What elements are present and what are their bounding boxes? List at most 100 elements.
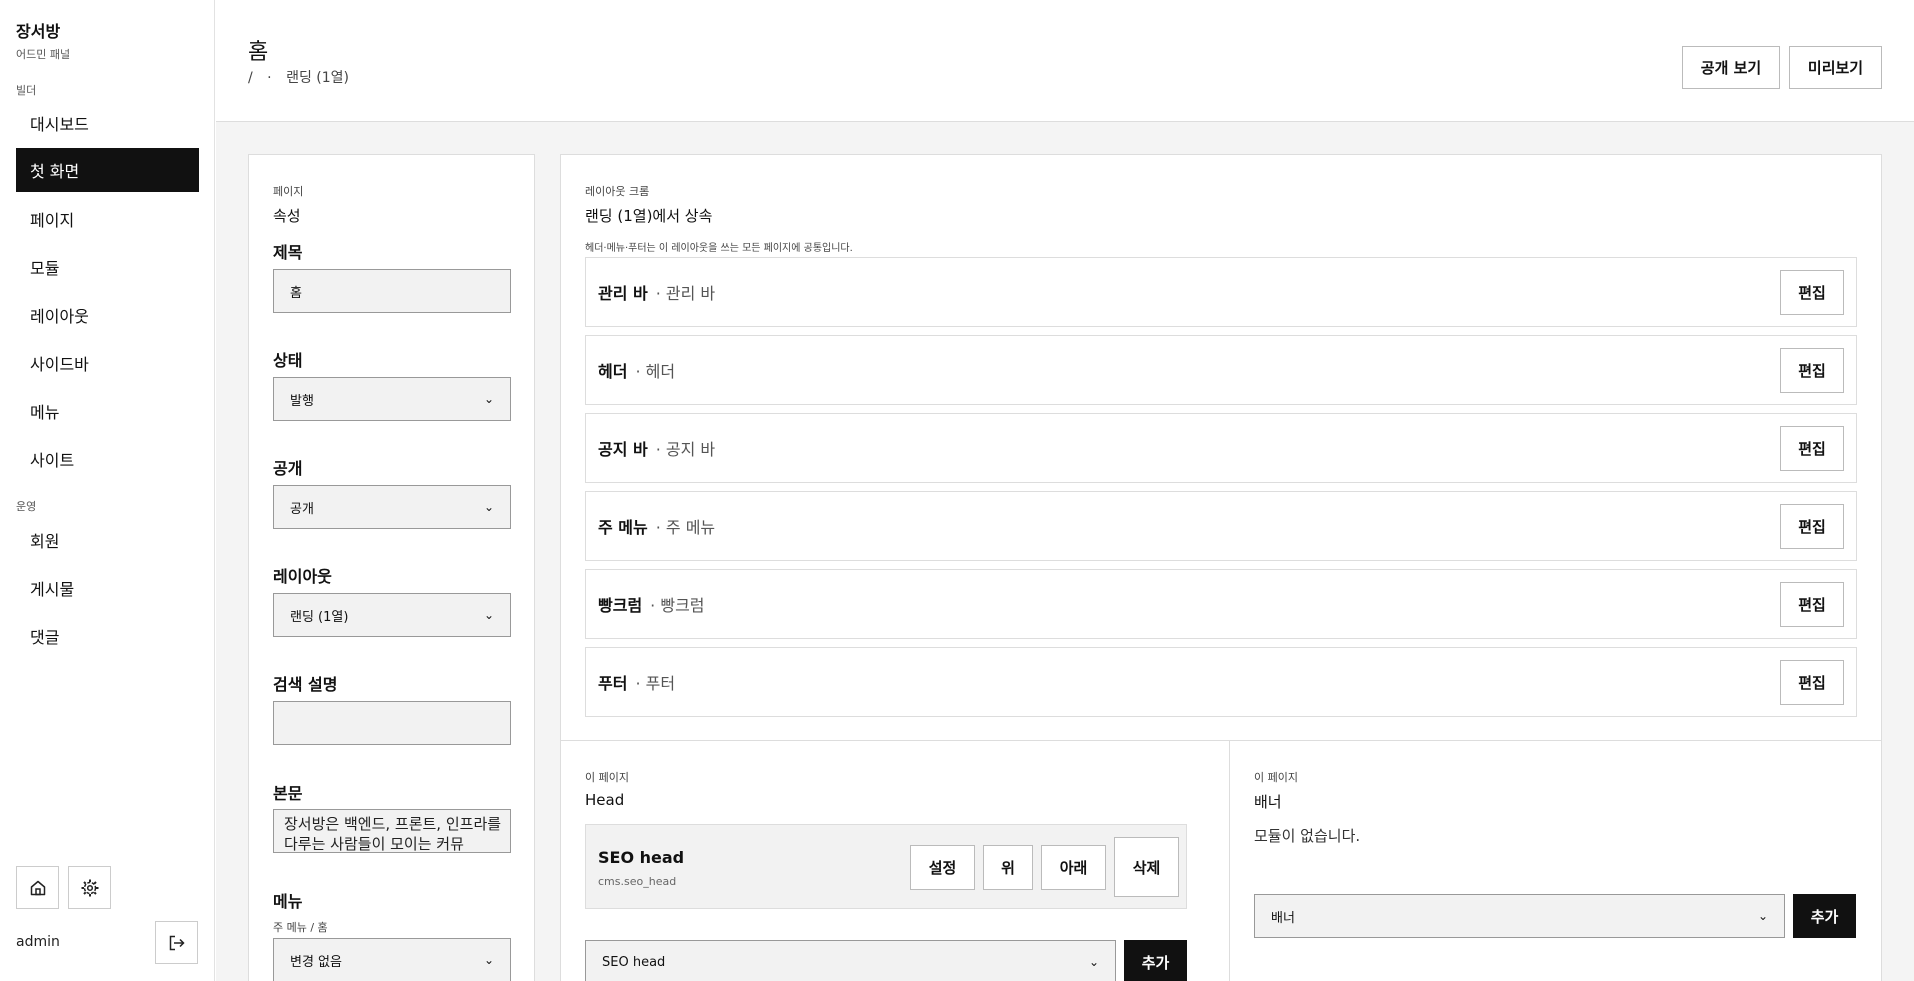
status-value: 발행 <box>290 393 314 409</box>
sidebar-item-pages[interactable]: 페이지 <box>16 197 199 241</box>
logout-icon <box>169 935 185 950</box>
breadcrumb-separator: · <box>267 70 272 86</box>
menu-select[interactable]: 변경 없음 ⌄ <box>273 938 511 981</box>
chevron-down-icon: ⌄ <box>483 392 494 406</box>
sidebar-item-sidebars[interactable]: 사이드바 <box>16 341 199 385</box>
sidebar-item-menus[interactable]: 메뉴 <box>16 389 199 433</box>
edit-button[interactable]: 편집 <box>1780 660 1844 705</box>
module-up-button[interactable]: 위 <box>983 845 1033 890</box>
row-name: 헤더 <box>598 362 628 381</box>
chrome-note: 헤더·메뉴·푸터는 이 레이아웃을 쓰는 모든 페이지에 공통입니다. <box>585 243 853 254</box>
chrome-row-notice-bar: 공지 바 · 공지 바 편집 <box>585 413 1857 483</box>
brand-subtitle: 어드민 패널 <box>16 48 71 61</box>
module-settings-button[interactable]: 설정 <box>910 845 975 890</box>
props-heading: 속성 <box>273 207 301 225</box>
page-properties-panel: 페이지 속성 제목 홈 상태 발행 ⌄ 공개 공개 ⌄ 레이아웃 랜딩 (1열) ⌄ … <box>248 154 535 981</box>
visibility-label: 공개 <box>273 459 303 478</box>
row-sub: · 관리 바 <box>655 284 716 303</box>
breadcrumb: / · 랜딩 (1열) <box>248 67 349 87</box>
sidebar-item-front-page[interactable]: 첫 화면 <box>16 148 199 192</box>
breadcrumb-root[interactable]: / <box>248 70 253 86</box>
row-sub: · 헤더 <box>635 362 676 381</box>
chrome-row-header: 헤더 · 헤더 편집 <box>585 335 1857 405</box>
banner-heading: 배너 <box>1254 793 1282 811</box>
page-title: 홈 <box>248 40 269 65</box>
row-name: 빵크럼 <box>598 596 643 615</box>
banner-module-select[interactable]: 배너 ⌄ <box>1254 894 1785 938</box>
seo-description-label: 검색 설명 <box>273 675 338 694</box>
preview-button[interactable]: 미리보기 <box>1789 46 1882 89</box>
gear-icon <box>81 879 98 896</box>
logout-button[interactable] <box>155 921 198 964</box>
sidebar-item-modules[interactable]: 모듈 <box>16 245 199 289</box>
layout-select[interactable]: 랜딩 (1열) ⌄ <box>273 593 511 637</box>
edit-button[interactable]: 편집 <box>1780 426 1844 471</box>
chevron-down-icon: ⌄ <box>483 500 494 514</box>
row-name: 푸터 <box>598 674 628 693</box>
banner-eyebrow: 이 페이지 <box>1254 771 1298 784</box>
title-field[interactable]: 홈 <box>273 269 511 313</box>
sidebar-item-site[interactable]: 사이트 <box>16 437 199 481</box>
chrome-row-breadcrumb: 빵크럼 · 빵크럼 편집 <box>585 569 1857 639</box>
sidebar-item-members[interactable]: 회원 <box>16 518 199 562</box>
chevron-down-icon: ⌄ <box>1088 955 1099 969</box>
title-label: 제목 <box>273 243 303 262</box>
chrome-eyebrow: 레이아웃 크롬 <box>585 185 650 198</box>
banner-module-select-value: 배너 <box>1271 910 1295 926</box>
sidebar-item-dashboard[interactable]: 대시보드 <box>16 101 199 145</box>
nav-section-ops: 운영 <box>16 500 37 513</box>
edit-button[interactable]: 편집 <box>1780 582 1844 627</box>
sidebar-item-comments[interactable]: 댓글 <box>16 614 199 658</box>
home-button[interactable] <box>16 866 59 909</box>
head-eyebrow: 이 페이지 <box>585 771 629 784</box>
chrome-row-footer: 푸터 · 푸터 편집 <box>585 647 1857 717</box>
chevron-down-icon: ⌄ <box>483 608 494 622</box>
module-item: SEO head cms.seo_head 설정 위 아래 삭제 <box>585 824 1187 909</box>
status-select[interactable]: 발행 ⌄ <box>273 377 511 421</box>
visibility-select[interactable]: 공개 ⌄ <box>273 485 511 529</box>
chrome-heading: 랜딩 (1열)에서 상속 <box>585 207 713 225</box>
seo-description-field[interactable] <box>273 701 511 745</box>
body-value: 장서방은 백엔드, 프론트, 인프라를 다루는 사람들이 모이는 커뮤 <box>284 815 502 853</box>
chevron-down-icon: ⌄ <box>483 953 494 967</box>
body-textarea[interactable]: 장서방은 백엔드, 프론트, 인프라를 다루는 사람들이 모이는 커뮤 <box>273 809 511 853</box>
brand-name: 장서방 <box>16 22 61 41</box>
chrome-row-main-menu: 주 메뉴 · 주 메뉴 편집 <box>585 491 1857 561</box>
edit-button[interactable]: 편집 <box>1780 348 1844 393</box>
nav-section-builder: 빌더 <box>16 84 37 97</box>
sidebar-item-posts[interactable]: 게시물 <box>16 566 199 610</box>
menu-value: 변경 없음 <box>290 954 342 970</box>
public-view-button[interactable]: 공개 보기 <box>1682 46 1780 89</box>
row-name: 공지 바 <box>598 440 648 459</box>
layout-label: 레이아웃 <box>273 567 332 586</box>
head-heading: Head <box>585 791 625 809</box>
visibility-value: 공개 <box>290 501 314 517</box>
banner-region-panel: 이 페이지 배너 모듈이 없습니다. 배너 ⌄ 추가 <box>1229 740 1882 981</box>
chrome-row-admin-bar: 관리 바 · 관리 바 편집 <box>585 257 1857 327</box>
head-region-panel: 이 페이지 Head SEO head cms.seo_head 설정 위 아래… <box>560 740 1230 981</box>
admin-username: admin <box>16 934 60 950</box>
edit-button[interactable]: 편집 <box>1780 504 1844 549</box>
head-add-button[interactable]: 추가 <box>1124 940 1187 981</box>
body-label: 본문 <box>273 784 303 803</box>
head-module-select[interactable]: SEO head ⌄ <box>585 940 1116 981</box>
chevron-down-icon: ⌄ <box>1757 909 1768 923</box>
edit-button[interactable]: 편집 <box>1780 270 1844 315</box>
row-name: 주 메뉴 <box>598 518 648 537</box>
page-header: 홈 / · 랜딩 (1열) 공개 보기 미리보기 <box>216 0 1914 122</box>
props-eyebrow: 페이지 <box>273 185 304 198</box>
settings-button[interactable] <box>68 866 111 909</box>
layout-chrome-panel: 레이아웃 크롬 랜딩 (1열)에서 상속 헤더·메뉴·푸터는 이 레이아웃을 쓰… <box>560 154 1882 741</box>
module-name: SEO head <box>598 848 685 867</box>
module-delete-button[interactable]: 삭제 <box>1114 837 1179 897</box>
layout-value: 랜딩 (1열) <box>290 609 349 625</box>
menu-label: 메뉴 <box>273 892 303 911</box>
row-name: 관리 바 <box>598 284 648 303</box>
row-sub: · 공지 바 <box>655 440 716 459</box>
banner-add-button[interactable]: 추가 <box>1793 894 1856 938</box>
sidebar-item-layouts[interactable]: 레이아웃 <box>16 293 199 337</box>
sidebar: 장서방 어드민 패널 빌더 대시보드 첫 화면 페이지 모듈 레이아웃 사이드바… <box>0 0 215 981</box>
module-down-button[interactable]: 아래 <box>1041 845 1106 890</box>
row-sub: · 푸터 <box>635 674 676 693</box>
breadcrumb-current: 랜딩 (1열) <box>286 70 349 86</box>
